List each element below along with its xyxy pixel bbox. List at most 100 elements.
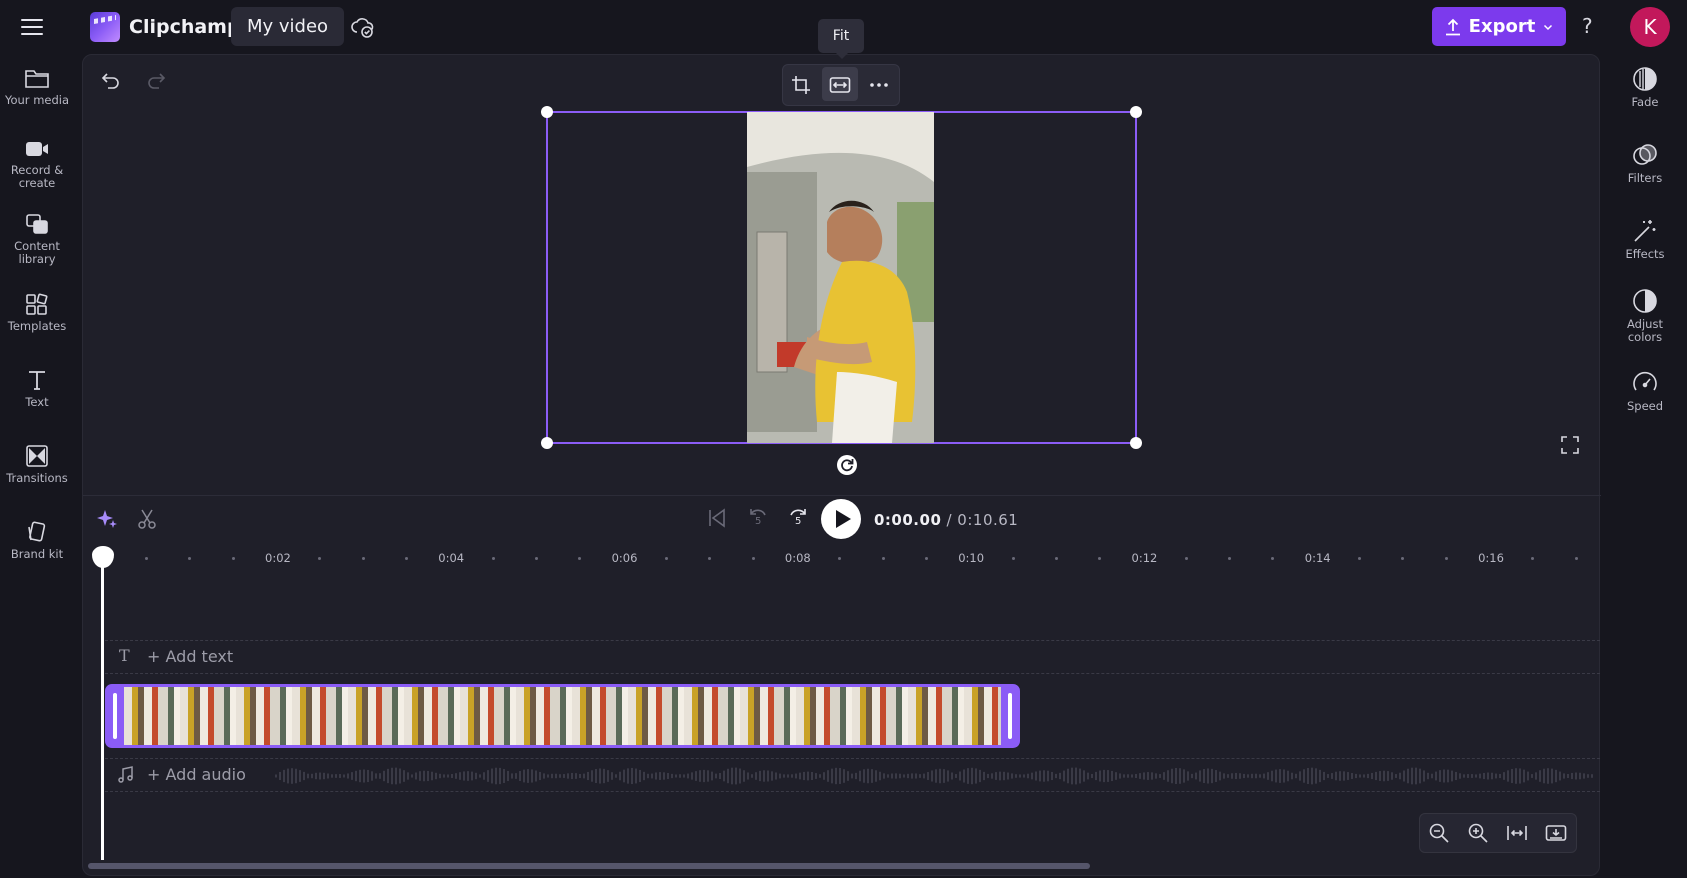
waveform-bar [455, 773, 457, 779]
waveform-bar [979, 769, 981, 783]
waveform-bar [1035, 771, 1037, 781]
split-scissors-icon[interactable] [136, 508, 158, 534]
waveform-bar [691, 772, 693, 780]
waveform-bar [319, 772, 321, 780]
waveform-bar [1143, 772, 1145, 780]
waveform-bar [1179, 768, 1181, 784]
sidebar-item-content-library[interactable]: Content library [0, 212, 74, 266]
waveform-bar [395, 767, 397, 785]
waveform-bar [1507, 770, 1509, 782]
text-track[interactable]: T + Add text [105, 640, 1600, 674]
fit-timeline-icon[interactable] [1506, 822, 1528, 848]
waveform-bar [1579, 772, 1581, 780]
waveform-bar [1151, 772, 1153, 780]
resize-handle-bottom-right[interactable] [1130, 437, 1142, 449]
skip-to-start-icon[interactable] [706, 507, 728, 533]
fit-tooltip: Fit [818, 19, 864, 59]
sidebar-item-transitions[interactable]: Transitions [0, 444, 74, 485]
waveform-bar [1363, 774, 1365, 778]
waveform-bar [1271, 770, 1273, 782]
sidebar-label: Adjust colors [1627, 317, 1663, 344]
help-icon[interactable]: ? [1582, 14, 1593, 38]
waveform-bar [707, 770, 709, 782]
waveform-bar [1175, 768, 1177, 784]
waveform-bar [1467, 774, 1469, 778]
total-time: / 0:10.61 [946, 511, 1019, 529]
waveform-bar [771, 771, 773, 781]
play-button[interactable] [821, 499, 861, 539]
sidebar-item-adjust-colors[interactable]: Adjust colors [1608, 288, 1682, 344]
zoom-in-icon[interactable] [1467, 822, 1489, 848]
waveform-bar [1475, 774, 1477, 778]
zoom-out-icon[interactable] [1428, 822, 1450, 848]
redo-icon[interactable] [145, 70, 167, 96]
sidebar-item-your-media[interactable]: Your media [0, 66, 74, 107]
waveform-bar [1011, 773, 1013, 779]
waveform-bar [851, 773, 853, 779]
waveform-bar [871, 769, 873, 783]
more-options-icon[interactable] [868, 74, 890, 100]
sidebar-item-speed[interactable]: Speed [1608, 370, 1682, 413]
waveform-bar [619, 771, 621, 781]
sidebar-item-fade[interactable]: Fade [1608, 66, 1682, 109]
waveform-bar [983, 771, 985, 781]
waveform-bar [1399, 772, 1401, 780]
waveform-bar [471, 771, 473, 781]
sidebar-item-record-create[interactable]: Record & create [0, 138, 74, 190]
waveform-bar [1535, 772, 1537, 780]
resize-handle-top-right[interactable] [1130, 106, 1142, 118]
fit-icon[interactable] [829, 74, 851, 100]
sidebar-item-templates[interactable]: Templates [0, 292, 74, 333]
resize-handle-bottom-left[interactable] [541, 437, 553, 449]
add-audio-label[interactable]: + Add audio [147, 765, 246, 784]
waveform-bar [1479, 773, 1481, 779]
waveform-bar [679, 774, 681, 778]
waveform-bar [295, 768, 297, 784]
waveform-bar [947, 770, 949, 782]
waveform-bar [339, 774, 341, 778]
clip-trim-handle-left[interactable] [113, 693, 117, 739]
expand-timeline-icon[interactable] [1545, 822, 1567, 848]
ai-sparkle-icon[interactable] [96, 508, 118, 534]
waveform-bar [623, 769, 625, 783]
playhead-line[interactable] [101, 556, 104, 860]
undo-icon[interactable] [100, 70, 122, 96]
waveform-bar [1379, 771, 1381, 781]
waveform-bar [535, 770, 537, 782]
waveform-bar [1279, 769, 1281, 783]
audio-track[interactable]: + Add audio [105, 758, 1600, 792]
waveform-bar [867, 768, 869, 784]
rewind-5-icon[interactable]: 5 [746, 505, 770, 535]
video-clip[interactable] [105, 684, 1020, 748]
rotate-icon[interactable] [836, 454, 858, 480]
templates-icon [26, 293, 48, 315]
waveform-bar [935, 769, 937, 783]
add-text-label[interactable]: + Add text [147, 647, 233, 666]
fullscreen-icon[interactable] [1560, 435, 1580, 459]
waveform-bar [687, 773, 689, 779]
waveform-bar [539, 771, 541, 781]
waveform-bar [439, 773, 441, 779]
waveform-bar [647, 773, 649, 779]
sidebar-item-effects[interactable]: Effects [1608, 218, 1682, 261]
waveform-bar [1047, 770, 1049, 782]
timeline-horizontal-scrollbar[interactable] [88, 863, 1090, 869]
crop-icon[interactable] [790, 74, 812, 100]
waveform-bar [891, 773, 893, 779]
clip-trim-handle-right[interactable] [1008, 693, 1012, 739]
waveform-bar [1575, 772, 1577, 780]
sidebar-label: Brand kit [10, 547, 64, 561]
export-button[interactable]: Export [1432, 7, 1566, 46]
project-title-button[interactable]: My video [231, 7, 345, 46]
waveform-bar [951, 772, 953, 780]
sidebar-item-text[interactable]: Text [0, 368, 74, 409]
resize-handle-top-left[interactable] [541, 106, 553, 118]
waveform-bar [591, 770, 593, 782]
hamburger-menu-icon[interactable] [18, 14, 46, 40]
sidebar-item-filters[interactable]: Filters [1608, 142, 1682, 185]
sidebar-item-brand-kit[interactable]: Brand kit [0, 520, 74, 561]
forward-5-icon[interactable]: 5 [786, 505, 810, 535]
user-avatar[interactable]: K [1630, 7, 1670, 47]
cloud-saved-icon[interactable] [349, 13, 377, 41]
waveform-bar [795, 773, 797, 779]
